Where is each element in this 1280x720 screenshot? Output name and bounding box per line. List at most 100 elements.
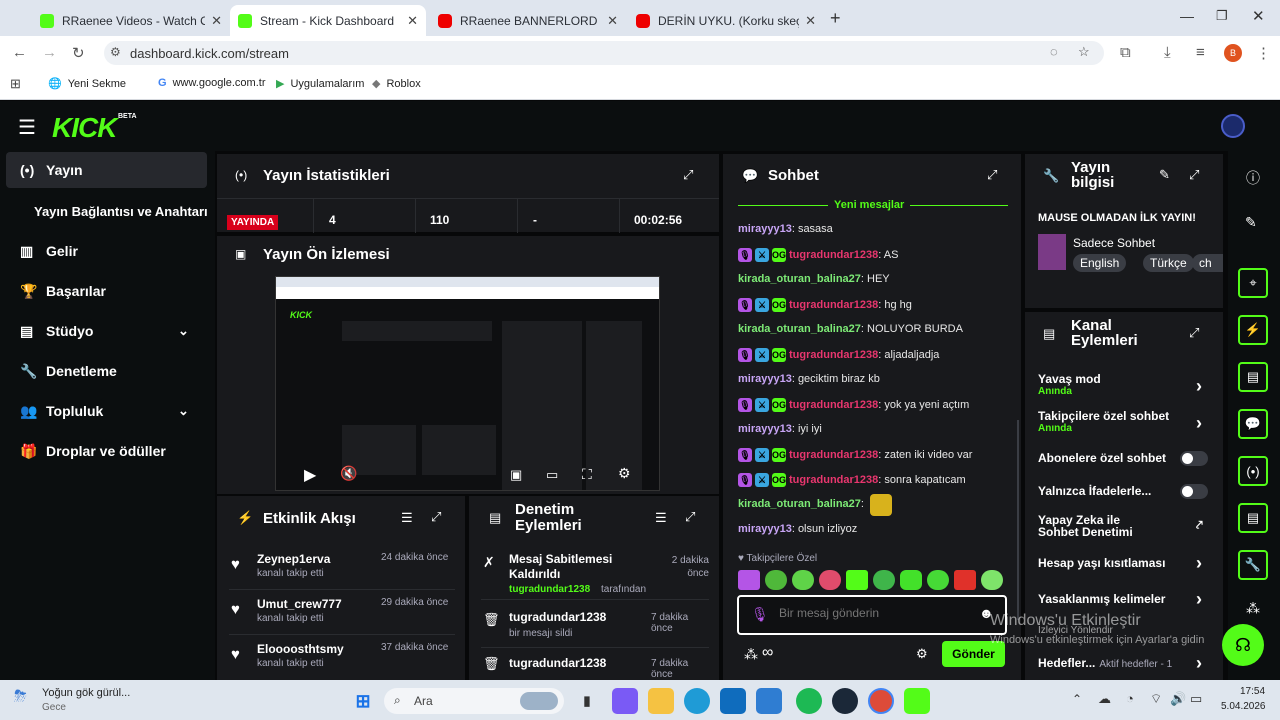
emote-icon[interactable] <box>954 570 976 590</box>
filter-icon[interactable]: ☰ <box>655 510 667 526</box>
chat-scrollbar[interactable] <box>1017 420 1019 620</box>
sidebar-item-topluluk[interactable]: 👥 Topluluk ⌄ <box>0 393 210 429</box>
bookmark-item[interactable]: ◆ Roblox <box>372 77 421 91</box>
tag-chip[interactable]: English <box>1073 254 1127 272</box>
emote-icon[interactable] <box>873 570 895 590</box>
category-name[interactable]: Sadece Sohbet <box>1073 236 1155 250</box>
omnibox[interactable]: ⚙ dashboard.kick.com/stream ◌ ☆ <box>104 41 1104 65</box>
chat-username[interactable]: kirada_oturan_balina27 <box>738 323 861 335</box>
spotify-icon[interactable] <box>796 688 822 714</box>
document-icon[interactable]: ▤ <box>1238 362 1268 392</box>
toggle-switch[interactable] <box>1180 484 1208 499</box>
kick-logo[interactable]: KICK <box>52 112 117 144</box>
tab-4[interactable]: DERİN UYKU. (Korku skeç) - Yo ✕ <box>628 5 824 36</box>
channel-action-row[interactable]: Takipçilere özel sohbet Anında › <box>1038 409 1210 434</box>
moderation-user[interactable]: tugradundar1238 <box>509 656 606 670</box>
eye-off-icon[interactable]: ◌ <box>1050 44 1058 59</box>
chat-username[interactable]: tugradundar1238 <box>789 249 878 261</box>
channel-action-row[interactable]: Yasaklanmış kelimeler › <box>1038 589 1210 609</box>
edge-icon[interactable] <box>684 688 710 714</box>
emote-icon[interactable] <box>900 570 922 590</box>
preview-video[interactable]: KICK ▶ 🔇 ▣ ▭ ⛶ ⚙ <box>275 276 660 491</box>
close-icon[interactable]: ✕ <box>607 13 618 29</box>
chevron-right-icon[interactable]: › <box>1196 653 1202 674</box>
info-icon[interactable]: ⓘ <box>1246 168 1260 188</box>
download-icon[interactable]: ⤓ <box>1164 44 1171 61</box>
chat-username[interactable]: mirayyy13 <box>738 373 792 385</box>
tag-chip[interactable]: Türkçe <box>1143 254 1194 272</box>
pip-icon[interactable]: ▣ <box>510 467 522 483</box>
emote-icon[interactable] <box>738 570 760 590</box>
chat-username[interactable]: mirayyy13 <box>738 223 792 235</box>
close-icon[interactable]: ✕ <box>407 13 418 29</box>
popout-icon[interactable]: ⤢ <box>987 167 997 183</box>
bookmark-item[interactable]: 🌐 Yeni Sekme <box>48 77 126 91</box>
profile-avatar[interactable]: B <box>1224 44 1242 62</box>
chrome-icon[interactable] <box>868 688 894 714</box>
close-icon[interactable]: ✕ <box>211 13 222 29</box>
activity-user[interactable]: Zeynep1erva <box>257 552 330 566</box>
media-icon[interactable]: ≡ <box>1196 44 1205 61</box>
store-icon[interactable] <box>720 688 746 714</box>
chat-bubble-icon[interactable]: 💬 <box>1238 409 1268 439</box>
chat-username[interactable]: tugradundar1238 <box>789 299 878 311</box>
bookmark-item[interactable]: ▶ Uygulamalarım <box>276 77 364 91</box>
play-icon[interactable]: ▶ <box>304 465 316 485</box>
theater-icon[interactable]: ▭ <box>546 467 558 483</box>
clock-date[interactable]: 5.04.2026 <box>1221 701 1266 712</box>
weather-text[interactable]: Yoğun gök gürül... <box>42 687 130 699</box>
chevron-right-icon[interactable]: › <box>1196 413 1202 434</box>
new-tab-icon[interactable]: + <box>830 8 841 29</box>
copilot-icon[interactable] <box>612 688 638 714</box>
mute-icon[interactable]: 🔇 <box>340 465 357 482</box>
popout-icon[interactable]: ⤢ <box>1189 167 1199 183</box>
activity-user[interactable]: Umut_crew777 <box>257 597 342 611</box>
edit-pencil-icon[interactable]: ✎ <box>1159 167 1170 183</box>
channel-action-row[interactable]: Yalnızca İfadelerle... <box>1038 484 1210 499</box>
toggle-switch[interactable] <box>1180 451 1208 466</box>
moderation-user[interactable]: tugradundar1238 <box>509 610 606 624</box>
weather-icon[interactable]: ⛈ <box>14 688 27 706</box>
moderation-user[interactable]: tugradundar1238 <box>509 584 590 595</box>
popout-icon[interactable]: ⤢ <box>685 509 695 525</box>
minimize-icon[interactable]: — <box>1180 8 1194 24</box>
popout-icon[interactable]: ⤢ <box>683 167 693 183</box>
chat-settings-icon[interactable]: ⚙ <box>916 646 928 662</box>
channel-action-row[interactable]: Abonelere özel sohbet <box>1038 451 1210 466</box>
back-icon[interactable]: ← <box>12 44 27 61</box>
channel-icon[interactable]: ▤ <box>1238 503 1268 533</box>
popout-icon[interactable]: ⤢ <box>431 509 441 525</box>
chat-message-input[interactable] <box>779 606 969 620</box>
emote-icon[interactable] <box>846 570 868 590</box>
tab-3[interactable]: RRaenee BANNERLORD KOMİK ✕ <box>430 5 626 36</box>
sidebar-item-stream-key[interactable]: Yayın Bağlantısı ve Anahtarı <box>0 193 210 229</box>
sidebar-item-basarilar[interactable]: 🏆 Başarılar <box>0 273 210 309</box>
bookmark-item[interactable]: Gwww.google.com.tr <box>158 77 266 89</box>
tray-chevron-up-icon[interactable]: ⌃ <box>1072 692 1082 706</box>
filter-icon[interactable]: ☰ <box>401 510 413 526</box>
channel-action-row[interactable]: Hesap yaşı kısıtlaması › <box>1038 553 1210 573</box>
infinity-icon[interactable]: ∞ <box>762 644 773 662</box>
points-icon[interactable]: ⁂ <box>744 646 758 663</box>
edit-pencil-icon[interactable]: ✎ <box>1245 214 1257 231</box>
apps-grid-icon[interactable]: ⊞ <box>10 76 21 92</box>
external-link-icon[interactable]: ⤤ <box>1196 518 1203 533</box>
emote-icon[interactable] <box>981 570 1003 590</box>
sidebar-item-denetleme[interactable]: 🔧 Denetleme <box>0 353 210 389</box>
settings-gear-icon[interactable]: ⚙ <box>618 465 631 482</box>
support-headset-icon[interactable]: ☊ <box>1222 624 1264 666</box>
chat-username[interactable]: tugradundar1238 <box>789 349 878 361</box>
reload-icon[interactable]: ↻ <box>72 44 85 62</box>
restore-icon[interactable]: ❐ <box>1216 8 1228 24</box>
network-icon[interactable]: ◔ <box>1126 691 1134 706</box>
chevron-right-icon[interactable]: › <box>1196 589 1202 610</box>
outlook-icon[interactable] <box>756 688 782 714</box>
steam-icon[interactable] <box>832 688 858 714</box>
star-icon[interactable]: ☆ <box>1078 44 1090 60</box>
cloud-icon[interactable]: ☁ <box>1098 691 1111 707</box>
menu-dots-icon[interactable]: ⋮ <box>1256 44 1271 62</box>
chevron-right-icon[interactable]: › <box>1196 376 1202 397</box>
popout-icon[interactable]: ⤢ <box>1189 325 1199 341</box>
site-settings-icon[interactable]: ⚙ <box>110 45 121 59</box>
sidebar-item-yayin[interactable]: (•) Yayın <box>6 152 207 188</box>
